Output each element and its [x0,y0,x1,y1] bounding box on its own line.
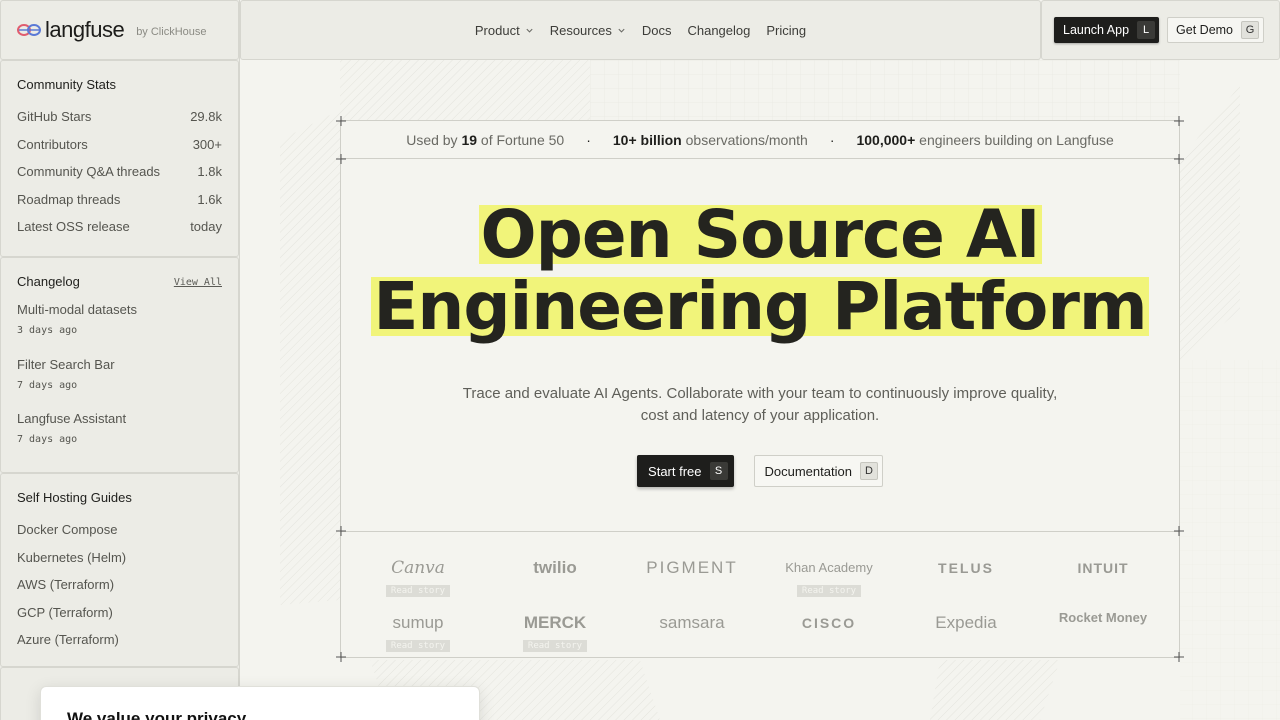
changelog-item[interactable]: Langfuse Assistant 7 days ago [17,409,222,464]
shortcut-key: S [709,462,728,480]
logo-samsara[interactable]: samsara [637,611,747,635]
logo-khan-academy[interactable]: Khan Academy Read story [774,556,884,598]
social-proof-line: Used by 19 of Fortune 50 · 10+ billion o… [341,121,1179,159]
fortune-stat: Used by 19 of Fortune 50 [406,131,565,148]
changelog-item[interactable]: Multi-modal datasets 3 days ago [17,300,222,355]
changelog-title: Changelog View All [17,274,222,289]
guide-kubernetes[interactable]: Kubernetes (Helm) [17,544,222,572]
observations-stat: 10+ billion observations/month [612,131,808,148]
nav-pricing[interactable]: Pricing [766,23,806,38]
brand-by: by ClickHouse [136,26,207,38]
community-stats-title: Community Stats [17,77,116,92]
corner-tick-icon [1174,116,1184,126]
hero-subtitle: Trace and evaluate AI Agents. Collaborat… [462,385,1058,424]
documentation-button[interactable]: Documentation D [753,455,883,487]
chevron-down-icon [618,28,625,33]
stat-row-github-stars[interactable]: GitHub Stars 29.8k [17,103,222,131]
sidebar: langfuse by ClickHouse Community Stats G… [0,0,240,720]
nav-changelog[interactable]: Changelog [687,23,750,38]
guide-azure[interactable]: Azure (Terraform) [17,626,222,654]
nav-product[interactable]: Product [475,23,534,38]
stat-row-latest-release[interactable]: Latest OSS release today [17,213,222,241]
nav-resources[interactable]: Resources [550,23,626,38]
self-hosting-panel: Self Hosting Guides Docker Compose Kuber… [0,473,239,667]
changelog-item[interactable]: Filter Search Bar 7 days ago [17,355,222,410]
shortcut-key: L [1137,21,1156,39]
corner-tick-icon [336,154,346,164]
start-free-button[interactable]: Start free S [637,455,734,487]
community-stats-panel: Community Stats GitHub Stars 29.8k Contr… [0,60,239,257]
read-story-badge: Read story [796,585,862,597]
logo-telus[interactable]: TELUS [911,556,1021,580]
stat-row-qa-threads[interactable]: Community Q&A threads 1.8k [17,158,222,186]
hero-title: Open Source AI Engineering Platform [371,196,1149,345]
chevron-down-icon [526,28,533,33]
stat-row-roadmap-threads[interactable]: Roadmap threads 1.6k [17,186,222,214]
customer-logos: Canva Read story twilio PIGMENT Khan Aca… [341,531,1179,658]
logo-pigment[interactable]: PIGMENT [637,556,747,580]
guide-aws[interactable]: AWS (Terraform) [17,571,222,599]
corner-tick-icon [336,116,346,126]
get-demo-button[interactable]: Get Demo G [1167,17,1265,43]
guide-gcp[interactable]: GCP (Terraform) [17,599,222,627]
logo-merck[interactable]: MERCK Read story [500,611,610,653]
read-story-badge: Read story [522,640,588,652]
corner-tick-icon [336,526,346,536]
nav-docs[interactable]: Docs [642,23,672,38]
cookie-title: We value your privacy [67,709,247,720]
hero-ctas: Start free S Documentation D [341,455,1179,487]
hero-frame: Used by 19 of Fortune 50 · 10+ billion o… [336,116,1184,662]
logo-rocket-money[interactable]: Rocket Money [1048,611,1158,635]
read-story-badge: Read story [385,640,451,652]
logo-twilio[interactable]: twilio [500,556,610,580]
brand-name: langfuse [45,17,125,42]
launch-app-button[interactable]: Launch App L [1054,17,1160,43]
corner-tick-icon [1174,526,1184,536]
read-story-badge: Read story [385,585,451,597]
shortcut-key: D [859,462,878,480]
logo-intuit[interactable]: INTUIT [1048,556,1158,580]
stat-row-contributors[interactable]: Contributors 300+ [17,131,222,159]
cookie-banner: We value your privacy [40,686,480,720]
logo-bar[interactable]: langfuse by ClickHouse [0,0,239,60]
logo-sumup[interactable]: sumup Read story [363,611,473,653]
corner-tick-icon [1174,652,1184,662]
engineers-stat: 100,000+ engineers building on Langfuse [856,131,1114,148]
logo-expedia[interactable]: Expedia [911,611,1021,635]
separator-dot: · [829,131,835,148]
langfuse-logo-icon [17,24,41,36]
corner-tick-icon [1174,154,1184,164]
separator-dot: · [586,131,591,148]
changelog-panel: Changelog View All Multi-modal datasets … [0,257,239,473]
top-actions: Launch App L Get Demo G [1041,0,1280,60]
logo-cisco[interactable]: CISCO [774,611,884,635]
guide-docker-compose[interactable]: Docker Compose [17,516,222,544]
self-hosting-title: Self Hosting Guides [17,490,132,505]
logo-canva[interactable]: Canva Read story [363,556,473,598]
view-all-link[interactable]: View All [174,277,222,288]
shortcut-key: G [1241,21,1260,39]
top-nav: Product Resources Docs Changelog Pricing [240,0,1041,60]
corner-tick-icon [336,652,346,662]
